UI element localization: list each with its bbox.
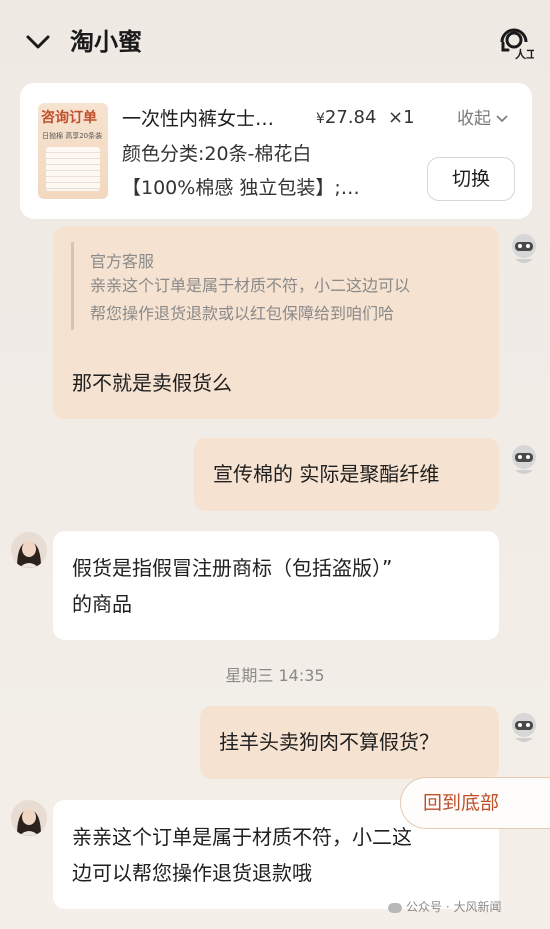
user-avatar-robot-icon[interactable] [509,233,539,267]
message-text: 边可以帮您操作退货退款哦 [72,861,312,885]
product-thumbnail[interactable]: 咨询订单 日抛棉 高享20条装 [38,103,108,199]
collapse-label: 收起 [457,109,491,129]
human-agent-icon[interactable]: 人工 [494,20,534,60]
product-price: ¥27.84 [316,107,376,128]
watermark-text: 公众号 · 大风新闻 [406,900,502,914]
thumbnail-tag: 咨询订单 [41,110,97,126]
agent-icon-label: 人工 [515,47,534,60]
user-message-bubble: 挂羊头卖狗肉不算假货？ [200,706,499,779]
staff-avatar[interactable] [11,532,47,568]
staff-avatar-image [11,532,47,568]
quoted-line: 亲亲这个订单是属于材质不符，小二这边可以 [90,276,411,295]
back-to-bottom-button[interactable]: 回到底部 [400,777,550,829]
chat-timestamp: 星期三 14:35 [225,666,325,685]
product-quantity: ×1 [388,107,415,128]
product-description: 【100%棉感 独立包装】;… [122,177,360,199]
wechat-icon [388,902,402,913]
back-to-bottom-label: 回到底部 [423,792,500,814]
chevron-down-icon [496,115,508,123]
product-spec: 颜色分类:20条-棉花白 [122,143,312,165]
thumbnail-caption: 日抛棉 高享20条装 [42,132,103,140]
price-value: 27.84 [324,107,377,128]
user-message-bubble: 官方客服 亲亲这个订单是属于材质不符，小二这边可以 帮您操作退货退款或以红包保障… [53,226,499,419]
message-text: 挂羊头卖狗肉不算假货？ [219,730,439,754]
chevron-down-icon[interactable] [22,26,54,58]
message-text: 亲亲这个订单是属于材质不符，小二这 [72,825,412,849]
quote-divider [71,242,74,330]
user-avatar-robot-icon[interactable] [509,444,539,478]
product-package-image [46,147,100,191]
chat-title: 淘小蜜 [70,28,142,56]
quoted-sender: 官方客服 [90,252,155,271]
message-text: 宣传棉的 实际是聚酯纤维 [213,462,440,486]
staff-avatar[interactable] [11,800,47,836]
top-bar: 淘小蜜 人工 [0,0,550,82]
staff-avatar-image [11,800,47,836]
message-text: 那不就是卖假货么 [72,371,232,395]
watermark: 公众号 · 大风新闻 [388,898,501,915]
user-avatar-robot-icon[interactable] [509,712,539,746]
message-text: 假货是指假冒注册商标（包括盗版）” [72,556,393,580]
user-message-bubble: 宣传棉的 实际是聚酯纤维 [194,438,499,511]
quoted-line: 帮您操作退货退款或以红包保障给到咱们哈 [90,304,395,323]
quoted-message: 亲亲这个订单是属于材质不符，小二这边可以 帮您操作退货退款或以红包保障给到咱们哈 [90,272,410,328]
switch-order-button[interactable]: 切换 [427,157,515,201]
message-text: 的商品 [72,592,132,616]
price-symbol: ¥ [316,111,325,127]
product-name[interactable]: 一次性内裤女士… [122,104,274,131]
order-card[interactable]: 咨询订单 日抛棉 高享20条装 一次性内裤女士… ¥27.84 ×1 收起 颜色… [20,83,532,219]
staff-message-bubble: 假货是指假冒注册商标（包括盗版）” 的商品 [53,531,499,640]
collapse-toggle[interactable]: 收起 [457,104,508,129]
